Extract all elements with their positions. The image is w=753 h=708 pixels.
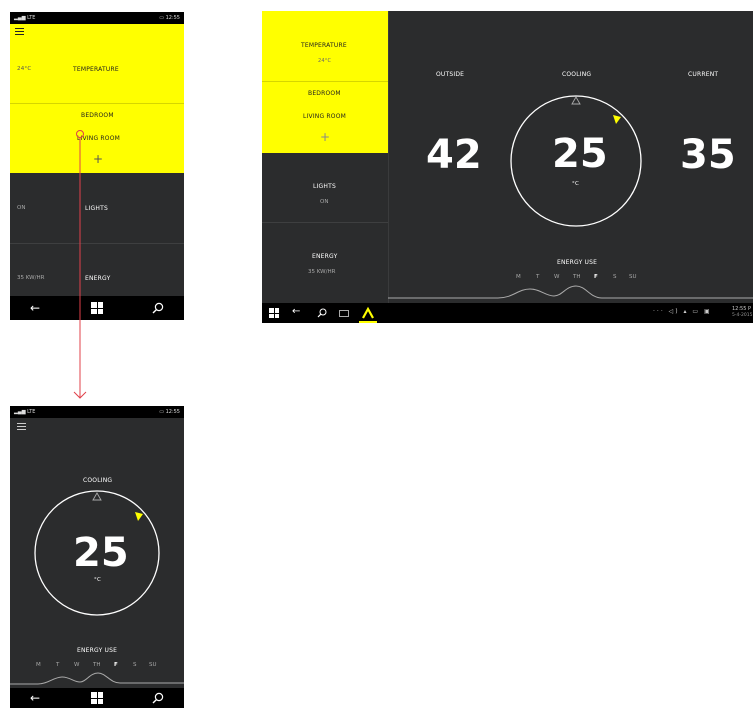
current-temperature: 35 <box>680 132 736 178</box>
tablet-add-room-button[interactable]: + <box>320 130 330 144</box>
setpoint-value: 25 <box>552 131 608 177</box>
day-th[interactable]: TH <box>573 274 581 280</box>
windows-start-icon[interactable] <box>91 692 103 704</box>
tablet-energy-item[interactable]: ENERGY 35 KW/HR <box>262 223 388 293</box>
day-su[interactable]: SU <box>629 274 637 280</box>
day-t[interactable]: T <box>536 274 539 280</box>
hamburger-icon[interactable] <box>17 423 26 430</box>
day-s[interactable]: S <box>613 274 617 280</box>
tablet-screen: TEMPERATURE 24°C BEDROOM LIVING ROOM + L… <box>262 11 753 323</box>
energy-use-label: ENERGY USE <box>77 647 118 654</box>
day-w[interactable]: W <box>554 274 559 280</box>
tablet-rooms-section: BEDROOM LIVING ROOM + <box>262 82 388 153</box>
taskbar-date: 5-4-2015 <box>732 313 753 318</box>
day-f-active[interactable]: F <box>594 274 598 280</box>
increase-arrow-icon <box>92 492 102 501</box>
cooling-mode-label: COOLING <box>83 477 113 484</box>
tablet-lights-label: LIGHTS <box>313 183 336 190</box>
outside-temperature: 42 <box>426 132 482 178</box>
windows-start-icon[interactable] <box>269 308 279 318</box>
outside-label: OUTSIDE <box>436 71 465 78</box>
phone-detail-screen: ▂▄▆ LTE ▭ 12:55 COOLING 25 °C ENERGY USE… <box>10 406 184 708</box>
tablet-room-living-room[interactable]: LIVING ROOM <box>303 113 346 120</box>
active-app-underline <box>359 321 377 323</box>
back-arrow-icon[interactable]: ← <box>292 306 300 317</box>
tablet-temperature-item[interactable]: TEMPERATURE 24°C <box>262 11 388 81</box>
status-bar: ▂▄▆ LTE ▭ 12:55 <box>10 406 184 418</box>
tablet-temperature-value: 24°C <box>318 58 332 64</box>
taskbar-clock[interactable]: 12:55 P <box>732 306 751 312</box>
app-logo-icon[interactable] <box>361 306 375 320</box>
cooling-mode-label: COOLING <box>562 71 592 78</box>
day-m[interactable]: M <box>516 274 521 280</box>
setpoint-marker-icon <box>135 512 143 521</box>
tablet-energy-value: 35 KW/HR <box>308 269 336 275</box>
energy-usage-wave <box>388 285 753 299</box>
back-arrow-icon[interactable]: ← <box>30 691 40 705</box>
status-time: ▭ 12:55 <box>159 409 180 415</box>
tablet-energy-label: ENERGY <box>312 253 338 260</box>
energy-use-label: ENERGY USE <box>557 259 598 266</box>
nav-bar: ← <box>10 688 184 708</box>
search-icon[interactable] <box>317 308 327 318</box>
increase-arrow-icon <box>571 96 581 105</box>
tablet-room-bedroom[interactable]: BEDROOM <box>308 90 341 97</box>
tablet-lights-item[interactable]: LIGHTS ON <box>262 153 388 222</box>
setpoint-unit: °C <box>572 181 579 187</box>
setpoint-unit: °C <box>94 577 101 583</box>
setpoint-value: 25 <box>73 530 129 576</box>
energy-usage-wave <box>10 672 184 685</box>
signal-indicator: ▂▄▆ LTE <box>14 409 36 415</box>
tablet-sidebar: TEMPERATURE 24°C BEDROOM LIVING ROOM + L… <box>262 11 389 303</box>
system-tray-icons[interactable]: ··· ◁) ▴ ▭ ▣ <box>653 308 712 315</box>
tablet-temperature-label: TEMPERATURE <box>301 42 347 49</box>
search-icon[interactable] <box>152 692 164 704</box>
task-view-icon[interactable] <box>339 310 349 317</box>
tablet-lights-state: ON <box>320 199 329 205</box>
setpoint-marker-icon <box>613 115 621 124</box>
current-label: CURRENT <box>688 71 719 78</box>
windows-taskbar: ← ··· ◁) ▴ ▭ ▣ 12:55 P 5-4-2015 <box>262 303 753 323</box>
